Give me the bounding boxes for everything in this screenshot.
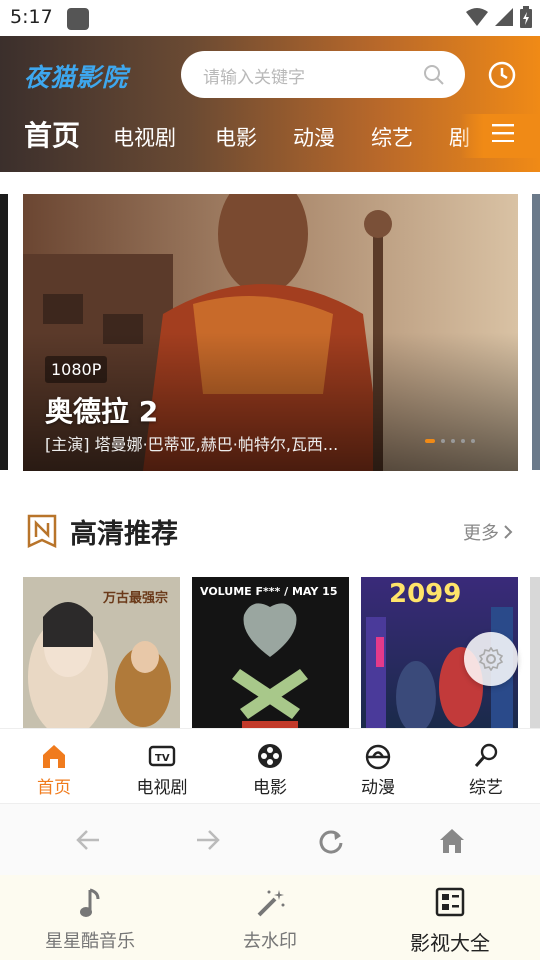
tab-tv-series[interactable]: 电视剧: [113, 122, 176, 152]
poster-image: [192, 577, 349, 728]
bookmark-n-icon: [27, 514, 57, 548]
carousel-dot: [451, 439, 455, 443]
quality-badge: 1080P: [45, 356, 108, 383]
wifi-icon: [466, 8, 488, 26]
bottom-tab-movie[interactable]: 电影: [216, 729, 324, 804]
launcher-bar: 星星酷音乐 去水印 影视大全: [0, 875, 540, 960]
launcher-item-watermark[interactable]: 去水印: [180, 875, 360, 960]
category-tabs: 首页 电视剧 电影 动漫 综艺 剧: [0, 114, 540, 158]
poster-title: 2099: [389, 579, 462, 609]
signal-icon: [495, 8, 513, 26]
more-link[interactable]: 更多: [463, 519, 513, 545]
clock: 5:17: [10, 6, 53, 28]
anime-icon: [365, 744, 391, 770]
chevron-right-icon: [504, 525, 513, 539]
next-banner-peek[interactable]: [532, 194, 540, 470]
settings-floating-button[interactable]: [464, 632, 518, 686]
featured-banner[interactable]: 1080P 奥德拉 2 [主演] 塔曼娜·巴蒂亚,赫巴·帕特尔,瓦西...: [23, 194, 518, 471]
launcher-label: 影视大全: [410, 931, 490, 955]
search-input[interactable]: 请输入关键字: [181, 51, 465, 98]
bottom-tab-home[interactable]: 首页: [0, 729, 108, 804]
app-bottom-nav: 首页 TV 电视剧 电影 动漫 综艺: [0, 728, 540, 803]
bottom-tab-label: 综艺: [469, 778, 503, 798]
bottom-tab-label: 首页: [37, 778, 71, 798]
search-placeholder: 请输入关键字: [203, 68, 305, 88]
poster-title: VOLUME F*** / MAY 15: [200, 585, 338, 598]
grid-list-icon: [435, 887, 465, 917]
tab-variety[interactable]: 综艺: [371, 122, 413, 152]
poster-card[interactable]: VOLUME F*** / MAY 15: [192, 577, 349, 728]
bottom-tab-label: 电视剧: [136, 778, 188, 798]
bottom-tab-label: 动漫: [361, 778, 395, 798]
poster-card-peek[interactable]: [530, 577, 540, 728]
launcher-item-music[interactable]: 星星酷音乐: [0, 875, 180, 960]
bottom-tab-variety[interactable]: 综艺: [432, 729, 540, 804]
section-title: 高清推荐: [70, 519, 178, 550]
music-note-icon: [80, 888, 100, 917]
carousel-indicator: [425, 439, 475, 443]
bottom-tab-anime[interactable]: 动漫: [324, 729, 432, 804]
banner-cast: [主演] 塔曼娜·巴蒂亚,赫巴·帕特尔,瓦西...: [45, 435, 339, 454]
bottom-tab-label: 电影: [253, 778, 287, 798]
launcher-label: 星星酷音乐: [45, 931, 135, 952]
launcher-item-video[interactable]: 影视大全: [360, 875, 540, 960]
tv-icon: TV: [148, 745, 176, 767]
notification-icon: [67, 8, 89, 30]
tab-anime[interactable]: 动漫: [293, 122, 335, 152]
carousel-dot: [471, 439, 475, 443]
menu-icon[interactable]: [492, 124, 514, 142]
home-page-icon[interactable]: [438, 828, 466, 854]
system-icons: [466, 6, 532, 28]
more-label: 更多: [463, 523, 499, 544]
back-arrow-icon[interactable]: [75, 828, 101, 852]
carousel-dot: [425, 439, 435, 443]
battery-icon: [520, 6, 532, 28]
poster-title: 万古最强宗: [103, 591, 169, 606]
tab-home[interactable]: 首页: [24, 114, 80, 154]
film-reel-icon: [258, 744, 282, 768]
banner-title: 奥德拉 2: [45, 395, 159, 428]
microphone-icon: [474, 743, 498, 767]
gear-icon: [479, 647, 503, 671]
carousel-dot: [441, 439, 445, 443]
home-icon: [43, 745, 65, 768]
app-logo: 夜猫影院: [24, 63, 129, 92]
bottom-tab-tv[interactable]: TV 电视剧: [108, 729, 216, 804]
carousel-dot: [461, 439, 465, 443]
browser-nav-bar: [0, 803, 540, 875]
app-header: 夜猫影院 请输入关键字 首页 电视剧 电影 动漫 综艺 剧: [0, 36, 540, 172]
prev-banner-peek[interactable]: [0, 194, 8, 470]
search-icon[interactable]: [423, 64, 445, 86]
magic-wand-icon: [257, 890, 285, 917]
poster-card[interactable]: 万古最强宗: [23, 577, 180, 728]
svg-text:TV: TV: [155, 753, 170, 764]
forward-arrow-icon[interactable]: [195, 828, 221, 852]
tab-movie[interactable]: 电影: [215, 122, 257, 152]
launcher-label: 去水印: [243, 931, 297, 952]
history-icon[interactable]: [488, 61, 516, 89]
status-bar: 5:17: [0, 0, 540, 36]
refresh-icon[interactable]: [318, 828, 344, 854]
